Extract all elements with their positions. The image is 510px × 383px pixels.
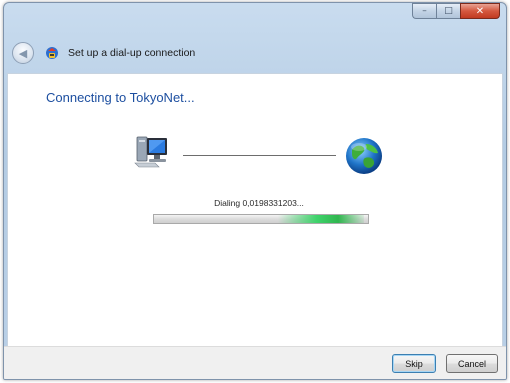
minimize-button[interactable]: –	[412, 3, 436, 19]
progress-bar	[153, 214, 369, 224]
maximize-button[interactable]: □	[436, 3, 460, 19]
status-text: Dialing 0,0198331203...	[214, 198, 304, 208]
connection-line	[183, 155, 336, 156]
back-arrow-icon: ◀	[18, 46, 28, 60]
content-pane: Connecting to TokyoNet... Dialing 0,0198…	[7, 73, 503, 346]
computer-icon	[134, 136, 167, 168]
window-title: Set up a dial-up connection	[68, 47, 196, 59]
skip-button[interactable]: Skip	[392, 354, 436, 373]
close-button[interactable]: ✕	[460, 3, 500, 19]
dialup-connection-icon	[46, 47, 58, 59]
dialup-window: – □ ✕ ◀ Set up a dial-up connection Conn…	[3, 2, 507, 380]
title-bar: ◀ Set up a dial-up connection	[12, 41, 195, 65]
cancel-button[interactable]: Cancel	[446, 354, 498, 373]
page-title: Connecting to TokyoNet...	[46, 90, 195, 105]
progress-bar-fill	[278, 215, 364, 223]
back-button[interactable]: ◀	[12, 42, 34, 64]
button-bar: Skip Cancel	[4, 346, 506, 379]
caption-buttons: – □ ✕	[412, 3, 500, 21]
globe-icon	[346, 138, 382, 174]
